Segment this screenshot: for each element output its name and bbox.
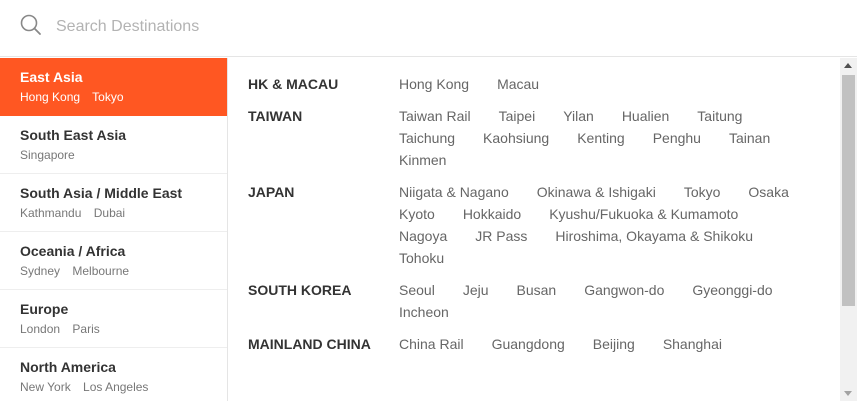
city-link[interactable]: Kenting	[577, 125, 624, 151]
city-link[interactable]: Beijing	[593, 331, 635, 357]
city-list: China Rail Guangdong Beijing Shanghai	[399, 335, 829, 357]
region-title: Europe	[20, 301, 69, 317]
city-link[interactable]: Kinmen	[399, 147, 446, 173]
city-link[interactable]: Kaohsiung	[483, 125, 549, 151]
region-title: North America	[20, 359, 116, 375]
country-group: HK & MACAU Hong Kong Macau	[248, 75, 840, 97]
content-scrollbar[interactable]	[840, 58, 857, 401]
region-subtitles: Sydney Melbourne	[20, 264, 227, 279]
region-subtitles: London Paris	[20, 322, 227, 337]
country-group: MAINLAND CHINA China Rail Guangdong Beijing…	[248, 335, 840, 357]
city-link[interactable]: Incheon	[399, 299, 449, 325]
region-sidebar: East Asia Hong Kong Tokyo South East Asi…	[0, 58, 228, 401]
region-sub-city: Tokyo	[92, 90, 124, 104]
country-name: TAIWAN	[248, 108, 303, 124]
region-item-2[interactable]: South Asia / Middle East Kathmandu Dubai	[0, 174, 227, 232]
scroll-down-arrow-icon[interactable]	[844, 391, 852, 396]
region-sub-city: Paris	[72, 322, 100, 336]
region-sub-city: Los Angeles	[83, 380, 149, 394]
city-link[interactable]: Gangwon-do	[584, 277, 664, 303]
city-link[interactable]: Guangdong	[492, 331, 565, 357]
city-list: Niigata & Nagano Okinawa & Ishigaki Tokyo O…	[399, 183, 829, 271]
region-sub-city: New York	[20, 380, 71, 394]
country-group: SOUTH KOREA Seoul Jeju Busan Gangwon-do Gyeon…	[248, 281, 840, 325]
region-subtitles: Kathmandu Dubai	[20, 206, 227, 221]
region-item-4[interactable]: Europe London Paris	[0, 290, 227, 348]
city-link[interactable]: Tainan	[729, 125, 770, 151]
region-item-1[interactable]: South East Asia Singapore	[0, 116, 227, 174]
city-link[interactable]: Busan	[517, 277, 557, 303]
city-list: Hong Kong Macau	[399, 75, 829, 97]
city-link[interactable]: Jeju	[463, 277, 489, 303]
region-subtitles: New York Los Angeles	[20, 380, 227, 395]
region-subtitles: Singapore	[20, 148, 227, 163]
city-link[interactable]: Hiroshima, Okayama & Shikoku	[555, 223, 753, 249]
region-title: South Asia / Middle East	[20, 185, 183, 201]
country-group: TAIWAN Taiwan Rail Taipei Yilan Hualien Taitu…	[248, 107, 840, 173]
region-sub-city: Dubai	[93, 206, 126, 220]
country-group: JAPAN Niigata & Nagano Okinawa & Ishigaki T…	[248, 183, 840, 271]
region-sub-city: Kathmandu	[20, 206, 82, 220]
country-name: SOUTH KOREA	[248, 282, 352, 298]
city-link[interactable]: Shanghai	[663, 331, 722, 357]
city-link[interactable]: Macau	[497, 71, 539, 97]
region-item-3[interactable]: Oceania / Africa Sydney Melbourne	[0, 232, 227, 290]
city-link[interactable]: Osaka	[748, 179, 788, 205]
region-sub-city: Sydney	[20, 264, 61, 278]
scroll-up-arrow-icon[interactable]	[844, 63, 852, 68]
city-link[interactable]: Tohoku	[399, 245, 444, 271]
city-list: Seoul Jeju Busan Gangwon-do Gyeonggi-do Inche…	[399, 281, 829, 325]
region-title: East Asia	[20, 69, 83, 85]
city-link[interactable]: Hong Kong	[399, 71, 469, 97]
destination-list: HK & MACAU Hong Kong Macau TAIWAN Taiwan Rai…	[228, 58, 840, 401]
search-icon	[20, 14, 41, 35]
region-sub-city: London	[20, 322, 61, 336]
scroll-thumb[interactable]	[842, 75, 855, 306]
region-title: Oceania / Africa	[20, 243, 126, 259]
city-link[interactable]: Penghu	[653, 125, 701, 151]
region-sub-city: Melbourne	[72, 264, 130, 278]
search-bar	[0, 0, 857, 57]
region-sub-city: Singapore	[20, 148, 75, 162]
region-item-0[interactable]: East Asia Hong Kong Tokyo	[0, 58, 227, 116]
search-input[interactable]	[56, 14, 816, 40]
city-link[interactable]: JR Pass	[475, 223, 527, 249]
country-name: HK & MACAU	[248, 76, 339, 92]
city-link[interactable]: Gyeonggi-do	[692, 277, 772, 303]
region-title: South East Asia	[20, 127, 127, 143]
region-item-5[interactable]: North America New York Los Angeles	[0, 348, 227, 401]
country-name: MAINLAND CHINA	[248, 336, 371, 352]
country-name: JAPAN	[248, 184, 295, 200]
city-list: Taiwan Rail Taipei Yilan Hualien Taitung Taic…	[399, 107, 829, 173]
region-subtitles: Hong Kong Tokyo	[20, 90, 227, 105]
city-link[interactable]: China Rail	[399, 331, 464, 357]
region-sub-city: Hong Kong	[20, 90, 81, 104]
